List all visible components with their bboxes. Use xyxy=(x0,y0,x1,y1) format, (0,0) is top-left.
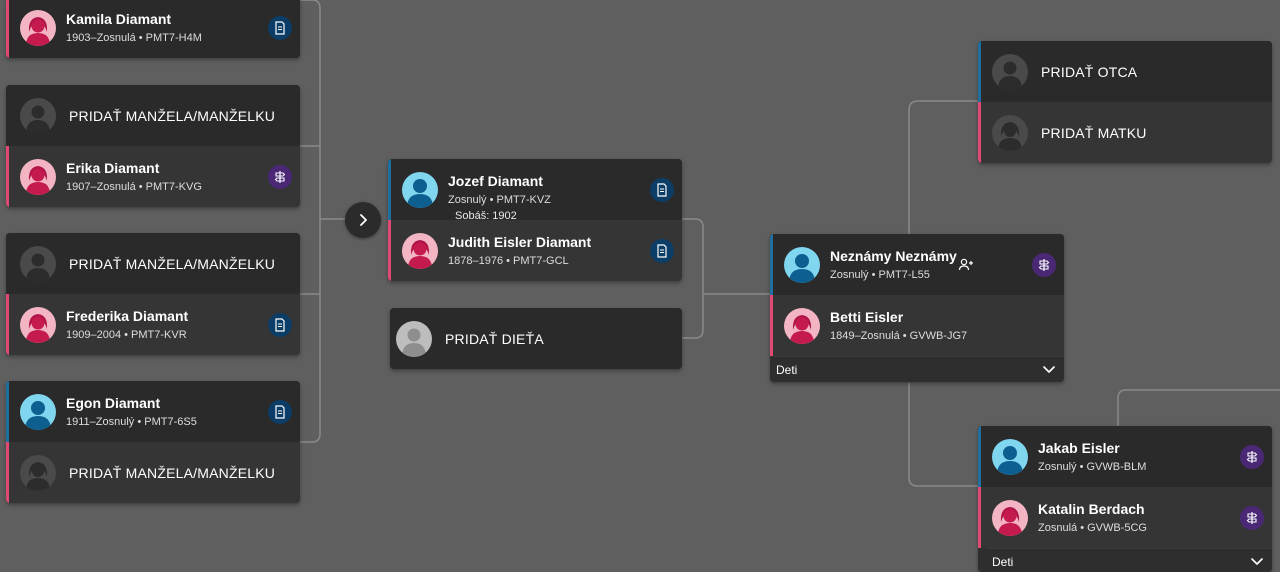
children-toggle[interactable]: Deti xyxy=(770,356,1064,382)
children-toggle-label: Deti xyxy=(992,554,1014,569)
person-name[interactable]: Judith Eisler Diamant xyxy=(448,233,591,251)
add-spouse-row[interactable]: PRIDAŤ MANŽELA/MANŽELKU xyxy=(6,85,300,146)
possible-duplicates-icon[interactable] xyxy=(958,257,974,273)
chevron-down-icon xyxy=(1043,366,1055,373)
male-avatar-icon xyxy=(784,246,820,283)
person-meta: 1849–Zosnulá • GVWB-JG7 xyxy=(830,329,968,342)
person-meta: 1909–2004 • PMT7-KVR xyxy=(66,328,187,341)
person-name[interactable]: Frederika Diamant xyxy=(66,307,188,325)
record-hint-icon[interactable] xyxy=(268,312,292,337)
person-meta: 1907–Zosnulá • PMT7-KVG xyxy=(66,180,202,193)
add-child-card[interactable]: PRIDAŤ DIEŤA xyxy=(390,308,682,369)
unknown-person-icon xyxy=(20,97,56,134)
child-card-egon: Egon Diamant 1911–Zosnulý • PMT7-6S5 PRI… xyxy=(6,381,300,503)
chevron-right-icon xyxy=(360,214,367,226)
person-row-frederika[interactable]: Frederika Diamant 1909–2004 • PMT7-KVR xyxy=(6,294,300,355)
focus-couple-card: Jozef Diamant Zosnulý • PMT7-KVZ Sobáš: … xyxy=(388,159,682,281)
unknown-person-icon xyxy=(992,53,1028,90)
record-hint-icon[interactable] xyxy=(650,177,674,202)
source-icon[interactable] xyxy=(1240,444,1264,469)
person-name[interactable]: Egon Diamant xyxy=(66,394,197,412)
add-child-label[interactable]: PRIDAŤ DIEŤA xyxy=(445,331,544,347)
person-row-erika[interactable]: Erika Diamant 1907–Zosnulá • PMT7-KVG xyxy=(6,146,300,207)
person-name[interactable]: Erika Diamant xyxy=(66,159,202,177)
record-hint-icon[interactable] xyxy=(650,238,674,263)
add-father-label[interactable]: PRIDAŤ OTCA xyxy=(1041,64,1137,80)
person-row-egon[interactable]: Egon Diamant 1911–Zosnulý • PMT7-6S5 xyxy=(6,381,300,442)
source-icon[interactable] xyxy=(1032,252,1056,277)
male-avatar-icon xyxy=(992,438,1028,475)
person-name[interactable]: Katalin Berdach xyxy=(1038,500,1147,518)
person-row-judith[interactable]: Judith Eisler Diamant 1878–1976 • PMT7-G… xyxy=(388,220,682,281)
person-name[interactable]: Jozef Diamant xyxy=(448,172,551,190)
unknown-person-icon xyxy=(396,320,432,357)
child-card-kamila[interactable]: Kamila Diamant 1903–Zosnulá • PMT7-H4M xyxy=(6,0,300,58)
person-meta: 1903–Zosnulá • PMT7-H4M xyxy=(66,31,202,44)
person-meta: 1911–Zosnulý • PMT7-6S5 xyxy=(66,415,197,428)
female-avatar-icon xyxy=(20,306,56,343)
unknown-female-icon xyxy=(20,454,56,491)
chevron-down-icon xyxy=(1251,558,1263,565)
female-avatar-icon xyxy=(992,499,1028,536)
source-icon[interactable] xyxy=(268,164,292,189)
child-card-frederika: PRIDAŤ MANŽELA/MANŽELKU Frederika Diaman… xyxy=(6,233,300,355)
female-avatar-icon xyxy=(20,9,56,46)
record-hint-icon[interactable] xyxy=(268,399,292,424)
add-spouse-label[interactable]: PRIDAŤ MANŽELA/MANŽELKU xyxy=(69,256,275,272)
add-father-row[interactable]: PRIDAŤ OTCA xyxy=(978,41,1272,102)
record-hint-icon[interactable] xyxy=(268,15,292,40)
person-meta: Zosnulá • GVWB-5CG xyxy=(1038,521,1147,534)
person-row-jozef[interactable]: Jozef Diamant Zosnulý • PMT7-KVZ Sobáš: … xyxy=(388,159,682,222)
female-avatar-icon xyxy=(402,232,438,269)
grandparents-bottom-card: Jakab Eisler Zosnulý • GVWB-BLM Katalin … xyxy=(978,426,1272,572)
add-mother-label[interactable]: PRIDAŤ MATKU xyxy=(1041,125,1147,141)
person-name[interactable]: Neznámy Neznámy xyxy=(830,247,957,265)
add-spouse-label[interactable]: PRIDAŤ MANŽELA/MANŽELKU xyxy=(69,465,275,481)
person-meta: Zosnulý • PMT7-KVZ xyxy=(448,193,551,206)
person-row-betti[interactable]: Betti Eisler 1849–Zosnulá • GVWB-JG7 xyxy=(770,295,1064,356)
female-avatar-icon xyxy=(20,158,56,195)
add-spouse-row[interactable]: PRIDAŤ MANŽELA/MANŽELKU xyxy=(6,442,300,503)
children-toggle-label: Deti xyxy=(776,362,798,377)
male-avatar-icon xyxy=(20,393,56,430)
unknown-person-icon xyxy=(20,245,56,282)
person-meta: 1878–1976 • PMT7-GCL xyxy=(448,254,569,267)
add-spouse-label[interactable]: PRIDAŤ MANŽELA/MANŽELKU xyxy=(69,108,275,124)
person-name[interactable]: Betti Eisler xyxy=(830,308,967,326)
parents-couple-card: Neznámy Neznámy Zosnulý • PMT7-L55 Betti… xyxy=(770,234,1064,382)
female-avatar-icon xyxy=(784,307,820,344)
person-meta: Zosnulý • PMT7-L55 xyxy=(830,268,930,281)
children-toggle[interactable]: Deti xyxy=(986,548,1272,572)
grandparents-top-card: PRIDAŤ OTCA PRIDAŤ MATKU xyxy=(978,41,1272,163)
add-spouse-row[interactable]: PRIDAŤ MANŽELA/MANŽELKU xyxy=(6,233,300,294)
source-icon[interactable] xyxy=(1240,505,1264,530)
add-mother-row[interactable]: PRIDAŤ MATKU xyxy=(978,102,1272,163)
unknown-female-icon xyxy=(992,114,1028,151)
add-child-row[interactable]: PRIDAŤ DIEŤA xyxy=(390,308,682,369)
child-card-erika: PRIDAŤ MANŽELA/MANŽELKU Erika Diamant 19… xyxy=(6,85,300,207)
person-row-katalin[interactable]: Katalin Berdach Zosnulá • GVWB-5CG xyxy=(978,487,1272,548)
person-row-kamila[interactable]: Kamila Diamant 1903–Zosnulá • PMT7-H4M xyxy=(6,0,300,58)
person-row-jakab[interactable]: Jakab Eisler Zosnulý • GVWB-BLM xyxy=(978,426,1272,487)
person-row-neznamy[interactable]: Neznámy Neznámy Zosnulý • PMT7-L55 xyxy=(770,234,1064,295)
person-name[interactable]: Kamila Diamant xyxy=(66,10,202,28)
expand-children-button[interactable] xyxy=(345,202,381,238)
male-avatar-icon xyxy=(402,171,438,208)
person-meta: Zosnulý • GVWB-BLM xyxy=(1038,460,1147,473)
person-name[interactable]: Jakab Eisler xyxy=(1038,439,1146,457)
